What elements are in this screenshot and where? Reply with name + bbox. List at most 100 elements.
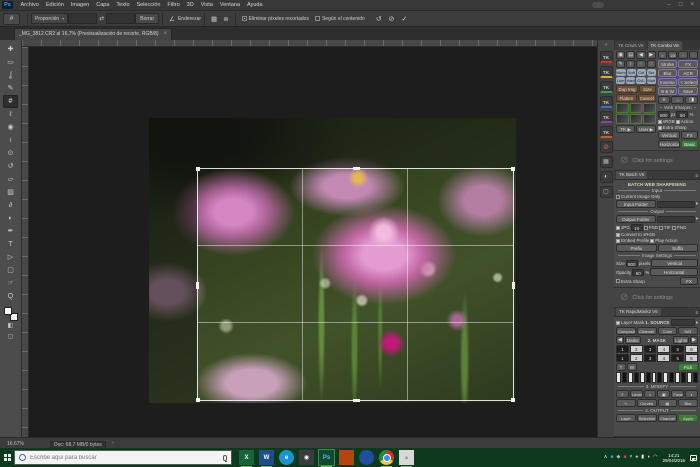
- tab-tk-rapidmask[interactable]: TK RapidMask2 V6: [616, 308, 661, 316]
- modify-button[interactable]: ◐: [685, 390, 698, 398]
- tool-button[interactable]: ʆ: [3, 69, 18, 82]
- foreground-color-swatch[interactable]: [4, 307, 12, 315]
- mask-number-button[interactable]: 2: [630, 354, 643, 362]
- taskbar-search[interactable]: [14, 450, 232, 465]
- sharpen-amount-value[interactable]: 50: [676, 111, 688, 118]
- tool-button[interactable]: ✎: [3, 82, 18, 95]
- menu-item[interactable]: Archivo: [17, 0, 42, 10]
- document-tab[interactable]: _MG_3812.CR2 al 16,7% (Previsualización …: [14, 28, 172, 40]
- zoom-control-button[interactable]: −: [689, 51, 698, 59]
- mask-swatch[interactable]: [693, 372, 698, 383]
- menu-item[interactable]: Capa: [93, 0, 113, 10]
- action-thumbnail[interactable]: [630, 103, 643, 113]
- modify-button[interactable]: ▦: [658, 399, 678, 407]
- tool-button[interactable]: ▷: [3, 251, 18, 264]
- mask-swatch[interactable]: [646, 372, 651, 383]
- zoom-control-button[interactable]: ×: [658, 51, 667, 59]
- tool-button[interactable]: ▨: [3, 186, 18, 199]
- tray-icon[interactable]: ●: [635, 448, 638, 467]
- restore-button[interactable]: □: [679, 0, 683, 10]
- taskbar-app-icon[interactable]: Ps: [319, 450, 334, 465]
- start-button[interactable]: [0, 448, 14, 467]
- panel-menu-icon[interactable]: ≡: [695, 310, 698, 315]
- combo-action-button[interactable]: Stroke: [658, 60, 678, 68]
- tray-icon[interactable]: ×: [629, 448, 632, 467]
- action-thumbnail[interactable]: [630, 114, 643, 124]
- mask-swatch[interactable]: [622, 372, 627, 383]
- tool-button[interactable]: ✒: [3, 225, 18, 238]
- mask-number-button[interactable]: 5: [671, 354, 684, 362]
- combo-action-button[interactable]: < Select: [678, 78, 698, 86]
- output-button[interactable]: Channel: [658, 414, 678, 422]
- close-button[interactable]: ×: [690, 0, 694, 10]
- w-button[interactable]: W: [627, 363, 637, 371]
- dup-image-button[interactable]: Dup Img: [616, 85, 638, 93]
- modify-button[interactable]: Curves: [637, 399, 657, 407]
- tab-tk-cmds[interactable]: TK Cmds V6: [615, 41, 647, 50]
- crop-handle[interactable]: [511, 398, 515, 402]
- input-folder-button[interactable]: Input Folder: [616, 200, 656, 208]
- combo-settings-row[interactable]: ⊘ Click for settings: [614, 151, 700, 171]
- mask-swatch[interactable]: [675, 372, 680, 383]
- tool-button[interactable]: ≀: [3, 134, 18, 147]
- tool-button[interactable]: ◉: [3, 121, 18, 134]
- mask-swatch[interactable]: [652, 372, 657, 383]
- basic-button[interactable]: Basic: [681, 140, 698, 148]
- gear-icon[interactable]: ⊛: [220, 15, 231, 23]
- mask-swatch[interactable]: [687, 372, 692, 383]
- tool-button[interactable]: #: [3, 95, 18, 108]
- panel-icon[interactable]: ⊘: [600, 141, 613, 153]
- menu-item[interactable]: Ayuda: [244, 0, 267, 10]
- blend-mode-button[interactable]: Soft: [627, 69, 636, 76]
- modify-button[interactable]: Blur: [678, 399, 698, 407]
- mask-number-button[interactable]: 4: [657, 345, 670, 353]
- delete-cropped-pixels-checkbox[interactable]: Eliminar píxeles recortados: [242, 16, 309, 22]
- tool-button[interactable]: T: [3, 238, 18, 251]
- taskbar-app-icon[interactable]: [359, 450, 374, 465]
- action-checkbox[interactable]: [676, 120, 680, 124]
- png-checkbox[interactable]: [672, 226, 676, 230]
- panel-icon[interactable]: ▦: [600, 156, 613, 168]
- action-thumbnail[interactable]: [616, 103, 629, 113]
- combo-misc-button[interactable]: ◨: [685, 96, 698, 104]
- blend-mode-button[interactable]: Lum: [616, 77, 625, 84]
- tray-icon[interactable]: ∧: [604, 448, 608, 467]
- combo-icon-button[interactable]: ▤: [626, 51, 635, 59]
- mask-swatch[interactable]: [616, 372, 621, 383]
- srgb-checkbox[interactable]: [658, 120, 662, 124]
- crop-marquee[interactable]: [197, 168, 514, 401]
- tray-icon[interactable]: ■: [623, 448, 626, 467]
- panel-icon[interactable]: ◐: [600, 171, 613, 183]
- modify-button[interactable]: Focus: [671, 390, 684, 398]
- extra-sharp-checkbox[interactable]: [658, 126, 662, 130]
- menu-item[interactable]: Imagen: [67, 0, 92, 10]
- combo-icon-button[interactable]: ⊘: [647, 60, 656, 68]
- clear-button[interactable]: Borrar: [135, 13, 159, 24]
- taskbar-app-icon[interactable]: X: [239, 450, 254, 465]
- canvas-area[interactable]: [29, 47, 597, 437]
- overlay-grid-icon[interactable]: ▦: [208, 15, 220, 23]
- combo-action-button[interactable]: Save: [678, 87, 698, 95]
- jpg-quality-value[interactable]: 10: [631, 224, 643, 231]
- menu-item[interactable]: Texto: [113, 0, 133, 10]
- horizontal-button[interactable]: Horizontal: [658, 140, 681, 148]
- cancel-crop-icon[interactable]: ⊘: [389, 15, 395, 23]
- convert-srgb-checkbox[interactable]: [616, 233, 620, 237]
- source-button[interactable]: Channel: [637, 327, 657, 335]
- sharpen-size-value[interactable]: 800: [658, 111, 670, 118]
- combo-icon-button[interactable]: ▶: [647, 51, 656, 59]
- tool-preset-picker[interactable]: #: [3, 13, 20, 25]
- tool-button[interactable]: ☞: [3, 277, 18, 290]
- modify-button[interactable]: Levels: [630, 390, 643, 398]
- action-thumbnail[interactable]: [643, 114, 656, 124]
- zoom-level[interactable]: 16,67%: [7, 441, 24, 447]
- tool-button[interactable]: ↺: [3, 160, 18, 173]
- mask-number-button[interactable]: 1: [616, 345, 629, 353]
- action-thumbnail[interactable]: [616, 114, 629, 124]
- tray-icon[interactable]: ◠: [653, 448, 657, 467]
- crop-handle[interactable]: [196, 398, 200, 402]
- minimize-button[interactable]: –: [668, 0, 671, 10]
- menu-item[interactable]: Filtro: [164, 0, 183, 10]
- mask-number-button[interactable]: 3: [644, 354, 657, 362]
- modify-button[interactable]: ▣: [657, 390, 670, 398]
